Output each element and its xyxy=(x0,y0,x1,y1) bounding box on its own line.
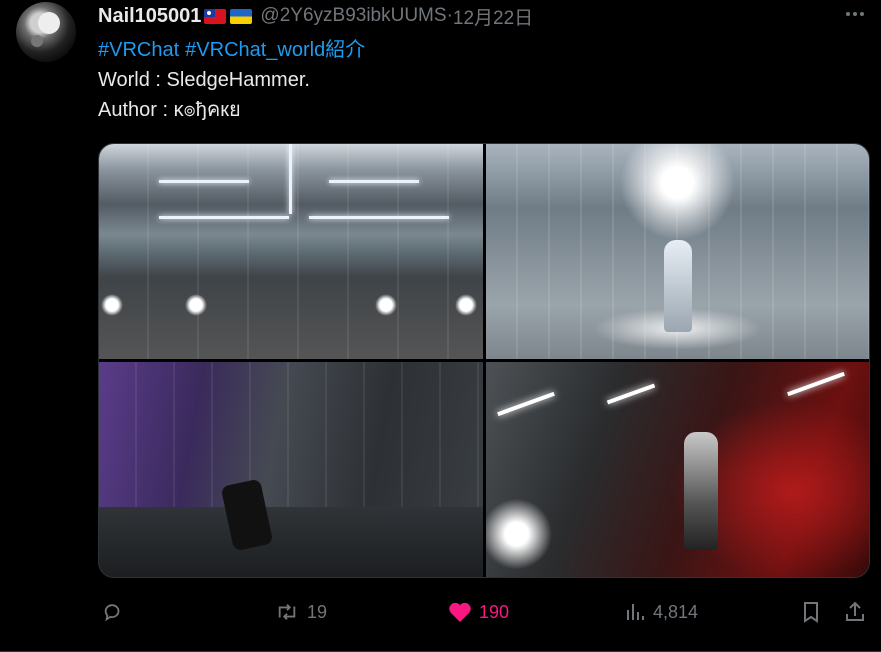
hashtag-link[interactable]: #VRChat xyxy=(98,39,179,61)
hashtag-link[interactable]: #VRChat_world紹介 xyxy=(185,39,365,61)
media-grid xyxy=(98,143,870,578)
repost-button[interactable]: 19 xyxy=(274,596,327,628)
media-image-1[interactable] xyxy=(99,144,483,359)
like-count: 190 xyxy=(479,601,510,622)
repost-icon xyxy=(278,604,296,620)
views-chart-icon xyxy=(627,604,644,620)
ukraine-flag-icon xyxy=(230,8,253,24)
repost-count: 19 xyxy=(307,601,328,622)
hashtag-line: #VRChat #VRChat_world紹介 xyxy=(98,36,371,64)
tweet-text-author: Author : κ๏ђคкย xyxy=(98,99,241,121)
reply-button[interactable] xyxy=(102,596,131,628)
media-image-2[interactable] xyxy=(485,144,869,359)
media-image-4[interactable] xyxy=(485,362,869,577)
author-name[interactable]: Nail105001 xyxy=(98,5,201,28)
share-button[interactable] xyxy=(844,596,866,628)
action-bar: 19 190 4,814 xyxy=(98,596,870,628)
bookmark-button[interactable] xyxy=(800,596,822,628)
heart-icon xyxy=(449,602,471,622)
reply-icon xyxy=(104,604,120,622)
avatar[interactable] xyxy=(16,2,76,62)
share-icon xyxy=(846,601,864,621)
tweet-text-world: World : SledgeHammer. xyxy=(98,69,310,91)
views-count: 4,814 xyxy=(653,601,699,622)
more-horizontal-icon[interactable] xyxy=(843,4,867,24)
taiwan-flag-icon xyxy=(204,8,227,24)
like-button[interactable]: 190 xyxy=(448,596,509,628)
views-button[interactable]: 4,814 xyxy=(624,596,698,628)
media-image-3[interactable] xyxy=(99,362,483,577)
author-handle[interactable]: @2Y6yzB93ibkUUMS xyxy=(260,5,446,27)
bookmark-icon xyxy=(804,602,818,623)
tweet-date[interactable]: 12月22日 xyxy=(453,3,533,30)
tweet-header: Nail105001 @2Y6yzB93ibkUUMS · 12月22日 xyxy=(98,3,533,29)
